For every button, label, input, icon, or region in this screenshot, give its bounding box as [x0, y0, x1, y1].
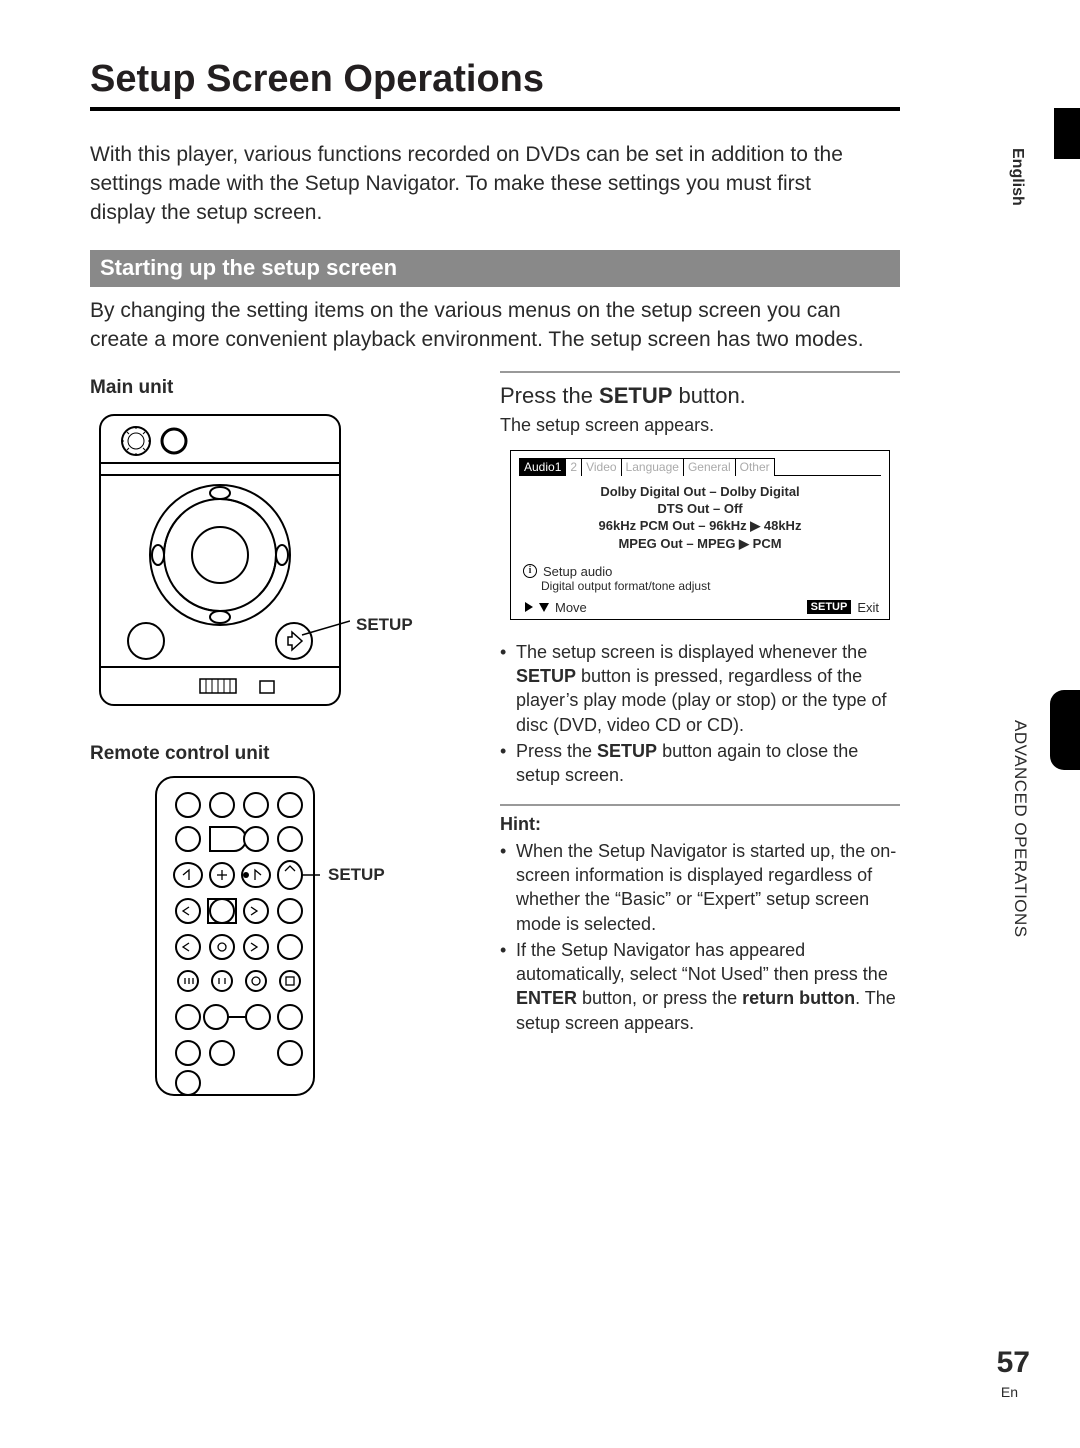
osd-tab: 2 [565, 458, 582, 476]
osd-item: DTS Out – Off [521, 501, 879, 516]
remote-illustration [150, 771, 320, 1101]
hint-heading: Hint: [500, 804, 900, 835]
page-lang-code: En [1001, 1384, 1018, 1400]
osd-bottom-bar: Move SETUP Exit [511, 597, 889, 619]
language-tab-label: English [1008, 148, 1026, 206]
remote-setup-label: SETUP [328, 865, 385, 884]
osd-tab: Video [581, 458, 621, 476]
title-rule [90, 107, 900, 111]
osd-info-desc: Digital output format/tone adjust [511, 579, 889, 597]
bullet-item: If the Setup Navigator has appeared auto… [500, 938, 900, 1035]
osd-menu-items: Dolby Digital Out – Dolby Digital DTS Ou… [511, 476, 889, 560]
bullet-item: Press the SETUP button again to close th… [500, 739, 900, 788]
hint-bullets: When the Setup Navigator is started up, … [500, 839, 900, 1035]
press-setup-heading: Press the SETUP button. [500, 383, 900, 409]
page-title: Setup Screen Operations [90, 58, 990, 101]
osd-tabs: Audio1 2 Video Language General Other [519, 457, 881, 476]
remote-heading: Remote control unit [90, 743, 476, 765]
page-number: 57 [997, 1346, 1030, 1380]
main-unit-heading: Main unit [90, 377, 476, 399]
intro-paragraph: With this player, various functions reco… [90, 141, 860, 228]
section-side-label: ADVANCED OPERATIONS [1010, 720, 1030, 938]
main-unit-setup-label: SETUP [356, 615, 413, 634]
bullet-item: When the Setup Navigator is started up, … [500, 839, 900, 936]
osd-item: MPEG Out – MPEG ▶ PCM [521, 536, 879, 552]
osd-screenshot: Audio1 2 Video Language General Other Do… [510, 450, 890, 620]
bullet-item: The setup screen is displayed whenever t… [500, 640, 900, 737]
thumb-tab [1054, 108, 1080, 159]
info-icon: i [523, 564, 537, 578]
section-tab [1050, 690, 1080, 770]
play-icon [525, 602, 533, 612]
section-intro: By changing the setting items on the var… [90, 297, 890, 355]
osd-tab: Other [735, 458, 775, 476]
setup-appears-text: The setup screen appears. [500, 415, 900, 436]
osd-tab: Language [621, 458, 684, 476]
osd-tab: Audio1 [519, 458, 566, 476]
osd-info-line: i Setup audio [511, 560, 889, 579]
note-bullets: The setup screen is displayed whenever t… [500, 640, 900, 788]
osd-item: Dolby Digital Out – Dolby Digital [521, 484, 879, 499]
osd-item: 96kHz PCM Out – 96kHz ▶ 48kHz [521, 518, 879, 534]
section-heading-bar: Starting up the setup screen [90, 250, 900, 287]
main-unit-illustration [90, 405, 350, 725]
down-icon [539, 603, 549, 612]
osd-tab: General [683, 458, 736, 476]
osd-setup-button: SETUP [807, 600, 852, 614]
